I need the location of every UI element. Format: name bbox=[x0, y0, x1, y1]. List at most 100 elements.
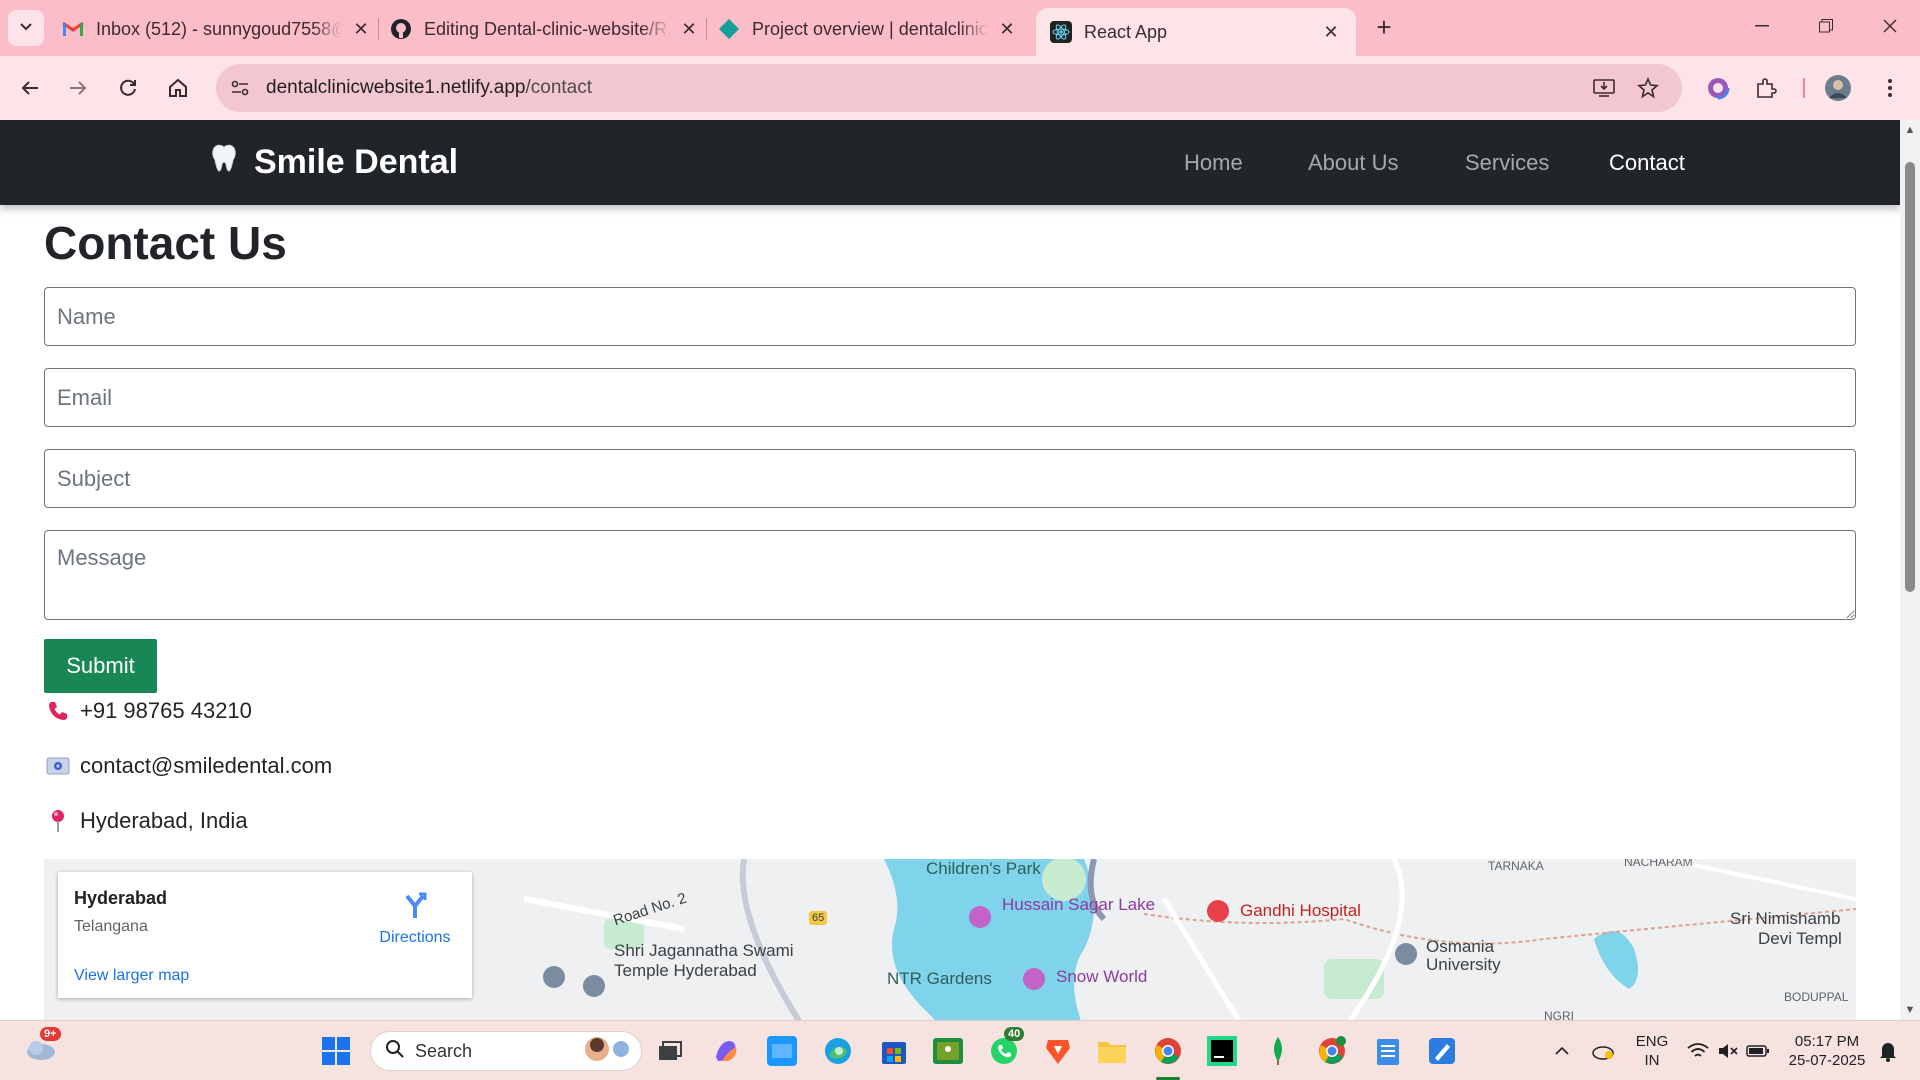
address-bar[interactable]: dentalclinicwebsite1.netlify.app/contact bbox=[216, 64, 1682, 112]
mongodb-icon[interactable] bbox=[1260, 1033, 1296, 1069]
home-icon[interactable] bbox=[160, 70, 196, 106]
tab-react-app[interactable]: React App ✕ bbox=[1036, 8, 1356, 56]
location-pin-icon bbox=[44, 809, 72, 833]
weather-widget[interactable]: 9+ bbox=[22, 1027, 61, 1069]
scroll-up-icon[interactable]: ▲ bbox=[1904, 124, 1916, 136]
taskbar-clock[interactable]: 05:17 PM 25-07-2025 bbox=[1782, 1032, 1872, 1070]
map-label: NTR Gardens bbox=[887, 969, 992, 988]
tab-title: Project overview | dentalclinicw bbox=[752, 18, 988, 39]
extensions-puzzle-icon[interactable] bbox=[1748, 70, 1784, 106]
nav-link-contact[interactable]: Contact bbox=[1609, 150, 1685, 176]
tab-netlify[interactable]: Project overview | dentalclinicw ✕ bbox=[718, 10, 1018, 48]
copilot-icon[interactable] bbox=[708, 1033, 744, 1069]
close-icon[interactable]: ✕ bbox=[1320, 21, 1342, 43]
forward-icon[interactable] bbox=[60, 70, 96, 106]
directions-label: Directions bbox=[379, 929, 451, 946]
tab-title: Inbox (512) - sunnygoud7558@ bbox=[96, 18, 342, 39]
close-icon[interactable]: ✕ bbox=[350, 18, 372, 40]
profile-avatar[interactable] bbox=[1820, 70, 1856, 106]
netlify-icon bbox=[718, 18, 740, 40]
paint-icon[interactable] bbox=[1424, 1033, 1460, 1069]
contact-email: contact@smiledental.com bbox=[44, 753, 332, 779]
extension-color-icon[interactable] bbox=[1700, 70, 1736, 106]
battery-icon[interactable] bbox=[1740, 1033, 1776, 1069]
prime-video-icon[interactable] bbox=[764, 1033, 800, 1069]
close-icon[interactable]: ✕ bbox=[678, 18, 700, 40]
back-icon[interactable] bbox=[12, 70, 48, 106]
tab-divider bbox=[378, 18, 379, 40]
show-hidden-icons[interactable] bbox=[1544, 1033, 1580, 1069]
map-label: Snow World bbox=[1056, 967, 1148, 986]
taskbar-search-box[interactable]: Search bbox=[370, 1031, 642, 1071]
tab-title: React App bbox=[1084, 21, 1168, 42]
subject-input[interactable] bbox=[44, 449, 1856, 508]
reload-icon[interactable] bbox=[110, 70, 146, 106]
embedded-map[interactable]: Children's Park Hussain Sagar Lake Gandh… bbox=[44, 859, 1856, 1020]
url-path: /contact bbox=[525, 77, 593, 98]
brand-link[interactable]: Smile Dental bbox=[208, 142, 458, 183]
search-highlight-icon bbox=[577, 1034, 633, 1069]
menu-kebab-icon[interactable] bbox=[1872, 70, 1908, 106]
notepad-icon[interactable] bbox=[1370, 1033, 1406, 1069]
map-label: 65 bbox=[812, 912, 825, 924]
google-classroom-icon[interactable] bbox=[930, 1033, 966, 1069]
clock-date: 25-07-2025 bbox=[1788, 1052, 1866, 1069]
install-app-icon[interactable] bbox=[1588, 72, 1620, 104]
page-viewport: Smile Dental Home About Us Services Cont… bbox=[0, 120, 1900, 1020]
nav-link-home[interactable]: Home bbox=[1184, 150, 1243, 176]
whatsapp-icon[interactable]: 40 bbox=[986, 1027, 1025, 1069]
map-label: University bbox=[1426, 955, 1501, 974]
page-scrollbar[interactable]: ▲ ▼ bbox=[1900, 120, 1920, 1020]
map-label: Gandhi Hospital bbox=[1240, 901, 1361, 920]
notifications-bell-icon[interactable] bbox=[1870, 1033, 1906, 1069]
name-input[interactable] bbox=[44, 287, 1856, 346]
pycharm-icon[interactable] bbox=[1204, 1033, 1240, 1069]
onedrive-icon[interactable] bbox=[1584, 1033, 1620, 1069]
react-icon bbox=[1050, 21, 1072, 43]
tab-gmail[interactable]: Inbox (512) - sunnygoud7558@ ✕ bbox=[62, 10, 372, 48]
weather-badge: 9+ bbox=[40, 1027, 61, 1041]
minimize-icon[interactable] bbox=[1742, 8, 1782, 44]
message-textarea[interactable] bbox=[44, 530, 1856, 620]
file-explorer-icon[interactable] bbox=[1094, 1033, 1130, 1069]
tab-divider bbox=[706, 18, 707, 40]
whatsapp-badge: 40 bbox=[1004, 1027, 1025, 1041]
restore-icon[interactable] bbox=[1806, 8, 1846, 44]
location-text: Hyderabad, India bbox=[80, 808, 248, 833]
email-input[interactable] bbox=[44, 368, 1856, 427]
submit-button[interactable]: Submit bbox=[44, 639, 157, 693]
brave-icon[interactable] bbox=[1040, 1033, 1076, 1069]
edge-icon[interactable] bbox=[820, 1033, 856, 1069]
windows-taskbar: 9+ Search 40 ENG IN 05:17 PM 25-07-2025 bbox=[0, 1020, 1920, 1080]
directions-button[interactable]: Directions bbox=[370, 892, 460, 947]
nav-link-services[interactable]: Services bbox=[1465, 150, 1549, 176]
view-larger-map-link[interactable]: View larger map bbox=[74, 967, 189, 985]
input-language[interactable]: ENG IN bbox=[1632, 1032, 1672, 1070]
scroll-down-icon[interactable]: ▼ bbox=[1904, 1004, 1916, 1016]
map-label: Devi Templ bbox=[1758, 929, 1842, 948]
gmail-icon bbox=[62, 18, 84, 40]
nav-link-about-us[interactable]: About Us bbox=[1308, 150, 1399, 176]
task-view-icon[interactable] bbox=[652, 1033, 688, 1069]
tab-title: Editing Dental-clinic-website/R bbox=[424, 18, 668, 39]
scrollbar-thumb[interactable] bbox=[1905, 162, 1915, 592]
new-tab-button[interactable]: + bbox=[1368, 12, 1400, 44]
chrome-icon[interactable] bbox=[1150, 1033, 1186, 1069]
map-label: BODUPPAL bbox=[1784, 990, 1849, 1004]
start-windows-icon[interactable] bbox=[318, 1033, 354, 1069]
language-region: IN bbox=[1644, 1052, 1660, 1069]
tab-search-button[interactable] bbox=[8, 10, 44, 46]
microsoft-store-icon[interactable] bbox=[876, 1033, 912, 1069]
window-close-icon[interactable] bbox=[1870, 8, 1910, 44]
chrome-profile-icon[interactable] bbox=[1314, 1033, 1350, 1069]
map-label: Hussain Sagar Lake bbox=[1002, 895, 1156, 914]
tooth-icon bbox=[208, 142, 240, 183]
map-label: NGRI bbox=[1544, 1009, 1574, 1020]
url-text: dentalclinicwebsite1.netlify.app/contact bbox=[266, 77, 592, 99]
bookmark-star-icon[interactable] bbox=[1632, 72, 1664, 104]
close-icon[interactable]: ✕ bbox=[996, 18, 1018, 40]
tab-github[interactable]: Editing Dental-clinic-website/R ✕ bbox=[390, 10, 700, 48]
site-info-icon[interactable] bbox=[224, 72, 256, 104]
map-label: Shri Jagannatha Swami bbox=[614, 941, 794, 960]
chevron-down-icon bbox=[19, 19, 33, 38]
